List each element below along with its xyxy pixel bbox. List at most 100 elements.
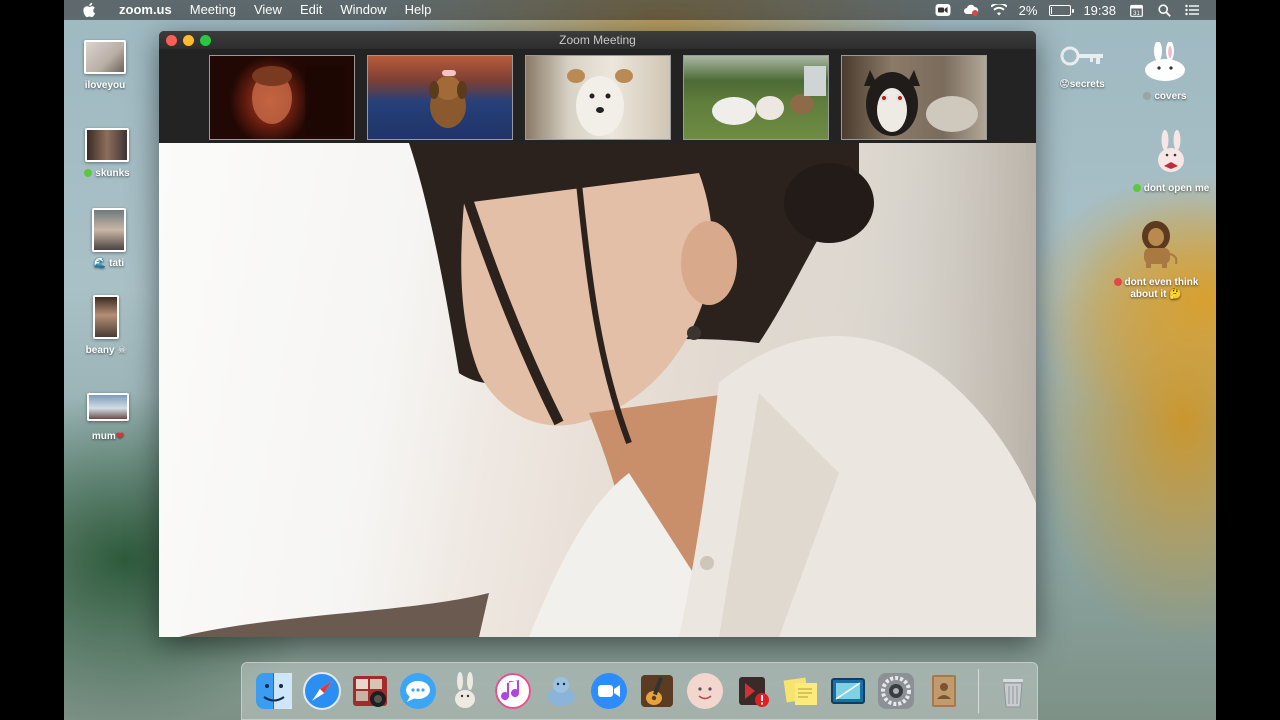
desktop-label: tati [109,258,125,269]
gear-icon [878,673,915,709]
dock-contacts[interactable] [920,667,968,715]
desktop-label: dont even think about it [1124,277,1199,300]
finder-icon [255,673,292,709]
warning-app-icon [738,677,769,707]
desktop-folder-dont-even-think-about-it[interactable]: dont even think about it 🤔 [1110,218,1202,301]
photo-thumbnail [85,128,129,162]
dog-icon [566,68,633,136]
window-title: Zoom Meeting [559,33,636,47]
husky-icon [863,69,978,136]
wifi-icon[interactable] [990,3,1007,17]
battery-percent: 2% [1018,2,1038,18]
zoom-camera-icon [591,673,628,709]
dock-zoom[interactable] [585,667,633,715]
desktop-folder-iloveyou[interactable]: iloveyou [60,40,150,92]
guitar-icon [640,675,673,707]
desktop-folder-covers[interactable]: covers [1120,41,1210,103]
heart-emoji-icon: ❤ [115,431,125,442]
participant-video-1[interactable] [208,54,355,140]
key-icon [1060,46,1103,66]
screen-sharing-icon [831,678,866,704]
rabbit-app-icon [455,672,476,708]
dock-separator [978,669,980,713]
desktop-label: skunks [95,168,130,179]
face-icon [686,673,723,709]
dock-finder[interactable] [250,667,298,715]
photo-booth-icon [352,676,387,707]
desktop-label: secrets [1069,79,1105,90]
minimize-window-button[interactable] [183,34,194,46]
window-titlebar[interactable]: Zoom Meeting [159,31,1036,49]
dock-trash[interactable] [989,667,1037,715]
menu-app-name[interactable]: zoom.us [110,0,181,20]
close-window-button[interactable] [166,34,177,46]
clock[interactable]: 19:38 [1083,3,1116,18]
red-tag-dot [1113,278,1122,286]
menu-meeting[interactable]: Meeting [181,0,245,20]
desktop-label: beany [85,345,115,356]
dock [241,662,1038,720]
dock-safari[interactable] [298,667,346,715]
battery-icon[interactable] [1049,4,1075,16]
desktop-label: mum [91,431,116,442]
dock-system-preferences[interactable] [872,667,920,715]
speaker-portrait-image [179,143,1036,637]
music-note-icon [495,673,532,709]
menu-edit[interactable]: Edit [291,0,331,20]
active-speaker-video[interactable] [159,143,1036,637]
dock-screen-sharing[interactable] [825,667,873,715]
bunny-icon [1145,41,1185,81]
desktop-label: covers [1154,91,1187,102]
participant-video-3[interactable] [524,54,671,140]
desktop-label: iloveyou [84,80,126,91]
trash-icon [1003,679,1024,708]
desktop-folder-mum[interactable]: mum❤ [63,393,153,443]
photo-thumbnail [84,40,126,74]
calendar-icon[interactable]: 31 [1128,3,1144,17]
wave-emoji-icon: 🌊 [93,258,110,269]
svg-text:31: 31 [1133,11,1140,17]
dock-alarm-app[interactable] [729,667,777,715]
zoom-meeting-window[interactable]: Zoom Meeting [159,31,1036,637]
safari-compass-icon [302,672,341,710]
dock-photo-booth[interactable] [346,667,394,715]
desktop-folder-tati[interactable]: 🌊 tati [64,208,154,270]
desktop-label: dont open me [1143,183,1210,194]
participant-video-5[interactable] [840,54,987,140]
green-tag-dot [1132,184,1141,192]
desktop-folder-dont-open-me[interactable]: dont open me [1126,130,1216,195]
menu-window[interactable]: Window [331,0,395,20]
gray-tag-dot [1143,92,1152,100]
dogs-icon [711,65,826,125]
participant-video-4[interactable] [682,54,829,140]
dock-launchpad[interactable] [442,667,490,715]
battery-fill [1051,6,1053,14]
maximize-window-button[interactable] [200,34,211,46]
menu-view[interactable]: View [245,0,291,20]
messages-icon [399,673,436,709]
desktop-folder-secrets[interactable]: 😟secrets [1037,42,1127,91]
contacts-book-icon [932,675,957,707]
dock-stickies[interactable] [777,667,825,715]
lion-icon [1142,221,1178,268]
photo-thumbnail [93,295,119,339]
dock-memoji[interactable] [681,667,729,715]
dock-messages[interactable] [394,667,442,715]
participant-video-2[interactable] [366,54,513,140]
spotlight-search-icon[interactable] [1156,3,1172,17]
notification-center-icon[interactable] [1184,3,1200,17]
dock-garageband[interactable] [633,667,681,715]
zoom-status-icon[interactable] [935,3,951,17]
creative-cloud-icon[interactable] [963,3,979,17]
green-tag-dot [84,169,93,177]
menu-help[interactable]: Help [396,0,441,20]
dog-icon [428,69,467,128]
desktop-folder-skunks[interactable]: skunks [62,128,152,180]
bunny-sticker-icon [1158,130,1184,172]
desktop-folder-beany[interactable]: beany ☠ [61,295,151,357]
dock-itunes[interactable] [489,667,537,715]
apple-icon[interactable] [82,2,96,18]
worried-emoji-icon: 😟 [1059,79,1070,90]
photo-thumbnail [92,208,126,252]
dock-preview[interactable] [537,667,585,715]
